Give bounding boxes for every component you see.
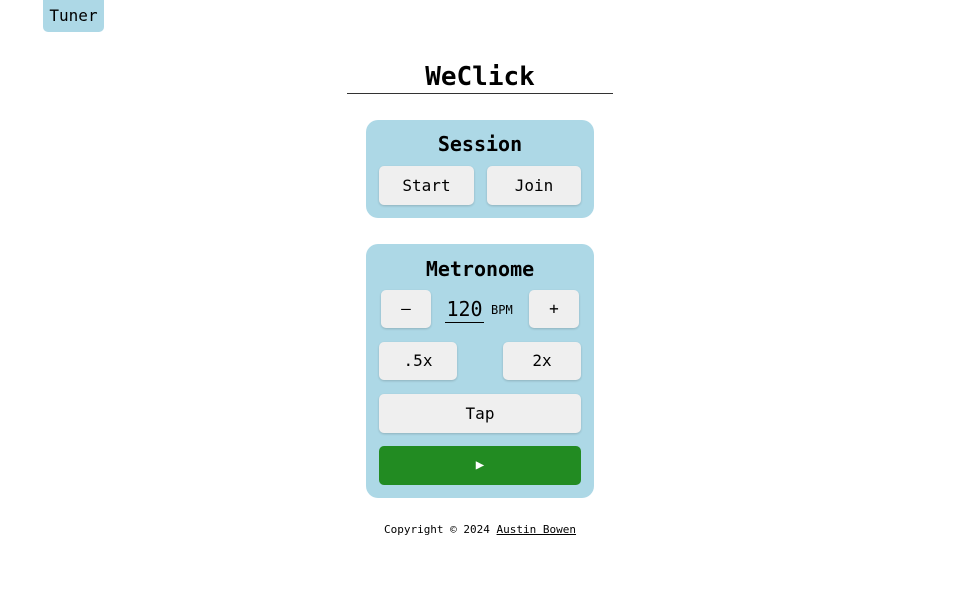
increase-bpm-button[interactable]: + [529, 290, 579, 328]
play-button[interactable]: ▶ [379, 446, 581, 485]
half-speed-button[interactable]: .5x [379, 342, 457, 380]
metronome-heading: Metronome [425, 257, 535, 281]
bpm-unit-label: BPM [491, 303, 513, 317]
copyright-text: Copyright © 2024 [383, 523, 490, 536]
footer: Copyright © 2024 Austin Bowen [0, 522, 960, 538]
tuner-button[interactable]: Tuner [43, 0, 104, 32]
session-heading: Session [437, 132, 523, 156]
header: WeClick [347, 60, 613, 94]
join-session-button[interactable]: Join [487, 166, 581, 205]
app-title: WeClick [425, 62, 535, 92]
session-card: Session Start Join [366, 120, 594, 218]
metronome-card: Metronome – 120 BPM + .5x 2x Tap ▶ [366, 244, 594, 498]
play-icon: ▶ [475, 457, 485, 473]
double-speed-button[interactable]: 2x [503, 342, 581, 380]
bpm-input[interactable]: 120 [445, 296, 484, 323]
start-session-button[interactable]: Start [379, 166, 474, 205]
bpm-display: 120 BPM [445, 296, 519, 323]
tap-tempo-button[interactable]: Tap [379, 394, 581, 433]
decrease-bpm-button[interactable]: – [381, 290, 431, 328]
author-link[interactable]: Austin Bowen [497, 523, 576, 536]
